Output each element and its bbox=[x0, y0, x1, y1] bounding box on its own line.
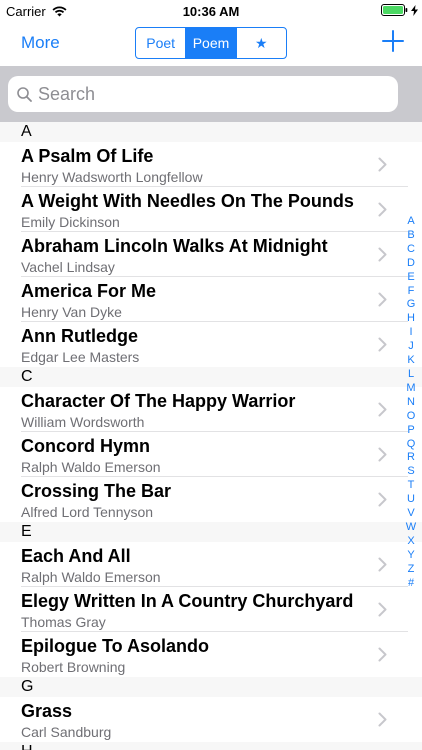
list-item[interactable]: Concord Hymn Ralph Waldo Emerson bbox=[0, 432, 422, 477]
poem-title: A Weight With Needles On The Pounds bbox=[21, 191, 354, 211]
poem-author: Vachel Lindsay bbox=[21, 259, 115, 275]
index-letter[interactable]: G bbox=[407, 298, 416, 312]
list-item[interactable]: A Weight With Needles On The Pounds Emil… bbox=[0, 187, 422, 232]
poem-author: Alfred Lord Tennyson bbox=[21, 504, 154, 520]
chevron-right-icon bbox=[378, 492, 387, 507]
poem-title: Elegy Written In A Country Churchyard bbox=[21, 591, 354, 611]
list-item[interactable]: Each And All Ralph Waldo Emerson bbox=[0, 542, 422, 587]
index-letter[interactable]: K bbox=[407, 354, 414, 368]
poem-title: Character Of The Happy Warrior bbox=[21, 391, 296, 411]
index-letter[interactable]: L bbox=[408, 368, 414, 382]
section-header-c: C bbox=[0, 367, 422, 387]
poem-author: Edgar Lee Masters bbox=[21, 349, 140, 365]
index-letter[interactable]: T bbox=[408, 479, 415, 493]
poem-title: Each And All bbox=[21, 546, 131, 566]
chevron-right-icon bbox=[378, 402, 387, 417]
status-bar: Carrier 10:36 AM bbox=[0, 0, 422, 22]
section-header-e: E bbox=[0, 522, 422, 542]
list-item[interactable]: Ann Rutledge Edgar Lee Masters bbox=[0, 322, 422, 367]
list-item[interactable]: Epilogue To Asolando Robert Browning bbox=[0, 632, 422, 677]
index-letter[interactable]: W bbox=[406, 521, 416, 535]
index-letter[interactable]: Q bbox=[407, 438, 416, 452]
section-header-a: A bbox=[0, 122, 422, 142]
poem-title: Crossing The Bar bbox=[21, 481, 172, 501]
chevron-right-icon bbox=[378, 602, 387, 617]
list-item[interactable]: America For Me Henry Van Dyke bbox=[0, 277, 422, 322]
status-time: 10:36 AM bbox=[182, 4, 240, 19]
poem-title: Grass bbox=[21, 701, 73, 721]
index-letter[interactable]: D bbox=[407, 257, 415, 271]
poem-author: Henry Wadsworth Longfellow bbox=[21, 169, 203, 185]
battery-icon bbox=[381, 4, 408, 16]
poem-title: America For Me bbox=[21, 281, 157, 301]
index-letter[interactable]: # bbox=[408, 577, 414, 591]
segment-poem[interactable]: Poem bbox=[186, 28, 237, 58]
chevron-right-icon bbox=[378, 712, 387, 727]
poem-list: A A Psalm Of Life Henry Wadsworth Longfe… bbox=[0, 122, 422, 750]
poem-author: Ralph Waldo Emerson bbox=[21, 459, 161, 475]
section-index[interactable]: A B C D E F G H I J K L M N O P Q R S T … bbox=[403, 215, 419, 590]
index-letter[interactable]: E bbox=[407, 271, 414, 285]
list-item[interactable]: Grass Carl Sandburg bbox=[0, 697, 422, 742]
navigation-bar: More Poet Poem ★ bbox=[0, 22, 422, 66]
poem-author: William Wordsworth bbox=[21, 414, 145, 430]
index-letter[interactable]: H bbox=[407, 312, 415, 326]
segment-favorites[interactable]: ★ bbox=[237, 28, 286, 58]
status-right bbox=[381, 4, 418, 16]
chevron-right-icon bbox=[378, 557, 387, 572]
search-bar bbox=[0, 66, 422, 122]
chevron-right-icon bbox=[378, 647, 387, 662]
more-button[interactable]: More bbox=[21, 33, 60, 53]
index-letter[interactable]: C bbox=[407, 243, 415, 257]
index-letter[interactable]: P bbox=[407, 424, 414, 438]
index-letter[interactable]: Z bbox=[408, 563, 415, 577]
section-header-h: H bbox=[0, 742, 422, 750]
charging-bolt-icon bbox=[411, 4, 418, 16]
index-letter[interactable]: S bbox=[407, 465, 414, 479]
list-item[interactable]: Abraham Lincoln Walks At Midnight Vachel… bbox=[0, 232, 422, 277]
index-letter[interactable]: O bbox=[407, 410, 416, 424]
index-letter[interactable]: I bbox=[409, 326, 412, 340]
index-letter[interactable]: B bbox=[407, 229, 414, 243]
poem-title: Ann Rutledge bbox=[21, 326, 138, 346]
segment-poet[interactable]: Poet bbox=[136, 28, 187, 58]
poem-author: Emily Dickinson bbox=[21, 214, 120, 230]
poem-title: Abraham Lincoln Walks At Midnight bbox=[21, 236, 328, 256]
chevron-right-icon bbox=[378, 247, 387, 262]
index-letter[interactable]: M bbox=[406, 382, 415, 396]
chevron-right-icon bbox=[378, 157, 387, 172]
list-item[interactable]: Elegy Written In A Country Churchyard Th… bbox=[0, 587, 422, 632]
index-letter[interactable]: A bbox=[407, 215, 414, 229]
poem-author: Henry Van Dyke bbox=[21, 304, 122, 320]
index-letter[interactable]: J bbox=[408, 340, 414, 354]
index-letter[interactable]: N bbox=[407, 396, 415, 410]
section-header-g: G bbox=[0, 677, 422, 697]
poem-author: Carl Sandburg bbox=[21, 724, 112, 740]
chevron-right-icon bbox=[378, 447, 387, 462]
plus-icon[interactable] bbox=[382, 30, 404, 52]
poem-title: Epilogue To Asolando bbox=[21, 636, 209, 656]
index-letter[interactable]: U bbox=[407, 493, 415, 507]
chevron-right-icon bbox=[378, 337, 387, 352]
index-letter[interactable]: Y bbox=[407, 549, 414, 563]
chevron-right-icon bbox=[378, 292, 387, 307]
poem-title: A Psalm Of Life bbox=[21, 146, 154, 166]
index-letter[interactable]: R bbox=[407, 451, 415, 465]
poem-author: Ralph Waldo Emerson bbox=[21, 569, 161, 585]
poem-author: Robert Browning bbox=[21, 659, 126, 675]
list-item[interactable]: Crossing The Bar Alfred Lord Tennyson bbox=[0, 477, 422, 522]
poem-author: Thomas Gray bbox=[21, 614, 106, 630]
segmented-control: Poet Poem ★ bbox=[135, 27, 287, 59]
search-input[interactable] bbox=[38, 83, 368, 105]
index-letter[interactable]: X bbox=[407, 535, 414, 549]
list-item[interactable]: A Psalm Of Life Henry Wadsworth Longfell… bbox=[0, 142, 422, 187]
list-item[interactable]: Character Of The Happy Warrior William W… bbox=[0, 387, 422, 432]
poem-title: Concord Hymn bbox=[21, 436, 151, 456]
index-letter[interactable]: F bbox=[408, 285, 415, 299]
chevron-right-icon bbox=[378, 202, 387, 217]
index-letter[interactable]: V bbox=[407, 507, 414, 521]
search-icon bbox=[17, 86, 32, 102]
search-field[interactable] bbox=[8, 76, 398, 112]
